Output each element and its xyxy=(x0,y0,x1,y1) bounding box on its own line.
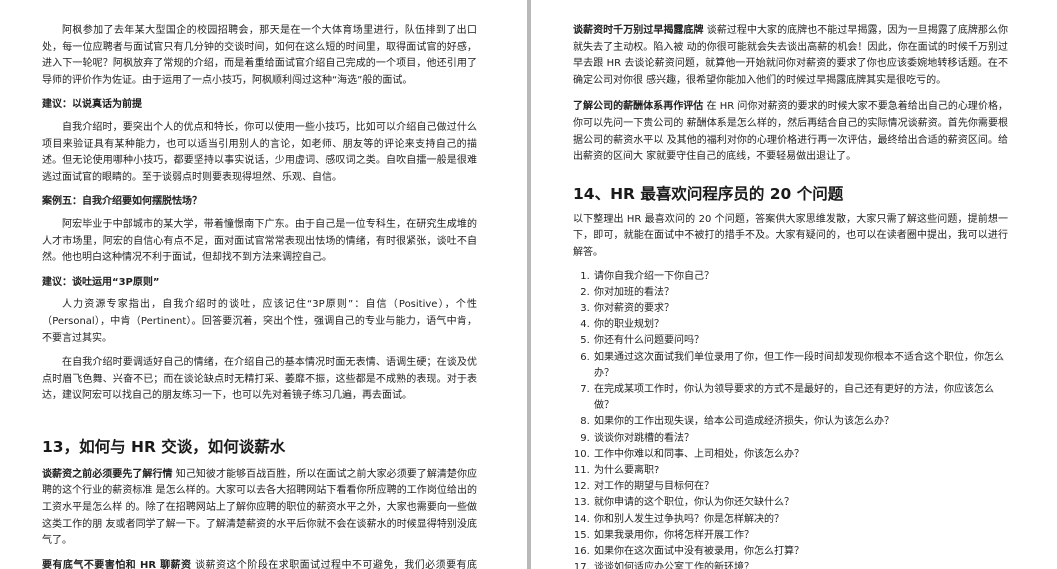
lead-salary-market: 谈薪资之前必须要先了解行情 xyxy=(42,468,173,480)
heading-advice-truth: 建议：以说真话为前提 xyxy=(42,99,142,111)
question-item: 请你自我介绍一下你自己？ xyxy=(593,269,1008,285)
question-item: 你对薪资的要求？ xyxy=(593,301,1008,317)
paragraph-pay-system: 了解公司的薪酬体系再作评估 在 HR 问你对薪资的要求的时候大家不要急着给出自己… xyxy=(573,101,1009,163)
question-item: 你对加班的看法？ xyxy=(593,285,1008,301)
paragraph-hide-card: 谈薪资时千万别过早揭露底牌 谈薪过程中大家的底牌也不能过早揭露，因为一旦揭露了底… xyxy=(573,25,1009,86)
question-item: 对工作的期望与目标何在？ xyxy=(593,479,1008,495)
question-item: 你还有什么问题要问吗？ xyxy=(593,333,1008,349)
paragraph-self-intro-tips: 自我介绍时，要突出个人的优点和特长，你可以使用一些小技巧，比如可以介绍自己做过什… xyxy=(42,121,477,183)
section-title-14: 14、HR 最喜欢问程序员的 20 个问题 xyxy=(573,184,844,203)
lead-hide-card: 谈薪资时千万别过早揭露底牌 xyxy=(573,25,704,36)
paragraph-salary-confidence: 要有底气不要害怕和 HR 聊薪资 谈薪资这个阶段在求职面试过程中不可避免，我们必… xyxy=(42,559,477,569)
question-item: 你的职业规划？ xyxy=(593,317,1008,333)
question-item: 谈谈如何适应办公室工作的新环境？ xyxy=(593,560,1008,569)
lead-pay-system: 了解公司的薪酬体系再作评估 xyxy=(573,101,704,113)
question-item: 如果你在这次面试中没有被录用，你怎么打算？ xyxy=(593,544,1008,560)
paragraph-3p-principle: 人力资源专家指出，自我介绍时的谈吐，应该记住“3P原则”：自信（Positive… xyxy=(42,299,477,344)
section-title-13: 13，如何与 HR 交谈，如何谈薪水 xyxy=(42,437,286,456)
question-item: 在完成某项工作时，你认为领导要求的方式不是最好的，自己还有更好的方法，你应该怎么… xyxy=(593,382,1008,414)
question-item: 就你申请的这个职位，你认为你还欠缺什么？ xyxy=(593,495,1008,511)
question-item: 如果我录用你，你将怎样开展工作？ xyxy=(593,528,1008,544)
paragraph-ahong-case: 阿宏毕业于中部城市的某大学，带着憧憬南下广东。由于自己是一位专科生，在研究生成堆… xyxy=(42,218,477,264)
paragraph-salary-market: 谈薪资之前必须要先了解行情 知己知彼才能够百战百胜，所以在面试之前大家必须要了解… xyxy=(42,468,478,547)
question-item: 谈谈你对跳槽的看法？ xyxy=(593,431,1008,447)
document-page-right: 谈薪资时千万别过早揭露底牌 谈薪过程中大家的底牌也不能过早揭露，因为一旦揭露了底… xyxy=(531,0,1057,569)
heading-case-five: 案例五：自我介绍要如何摆脱怯场？ xyxy=(42,196,202,208)
question-item: 如果通过这次面试我们单位录用了你，但工作一段时间却发现你根本不适合这个职位，你怎… xyxy=(593,350,1008,382)
paragraph-afeng-case: 阿枫参加了去年某大型国企的校园招聘会，那天是在一个大体育场里进行，队伍排到了出口… xyxy=(42,25,477,86)
paragraph-questions-intro: 以下整理出 HR 最喜欢问的 20 个问题，答案供大家思维发散，大家只需了解这些… xyxy=(573,213,1008,258)
question-item: 为什么要离职? xyxy=(593,463,1008,479)
document-page-left: 阿枫参加了去年某大型国企的校园招聘会，那天是在一个大体育场里进行，队伍排到了出口… xyxy=(0,0,527,569)
paragraph-emotion-control: 在自我介绍时要调适好自己的情绪，在介绍自己的基本情况时面无表情、语调生硬；在谈及… xyxy=(42,357,477,402)
question-item: 你和别人发生过争执吗？你是怎样解决的？ xyxy=(593,512,1008,528)
heading-advice-3p: 建议：谈吐运用“3P原则” xyxy=(42,276,160,288)
lead-salary-confidence: 要有底气不要害怕和 HR 聊薪资 xyxy=(42,559,192,569)
question-item: 工作中你难以和同事、上司相处，你该怎么办？ xyxy=(593,447,1008,463)
question-list: 请你自我介绍一下你自己？你对加班的看法？你对薪资的要求？你的职业规划？你还有什么… xyxy=(573,269,1008,569)
question-item: 如果你的工作出现失误，给本公司造成经济损失，你认为该怎么办？ xyxy=(593,414,1008,430)
